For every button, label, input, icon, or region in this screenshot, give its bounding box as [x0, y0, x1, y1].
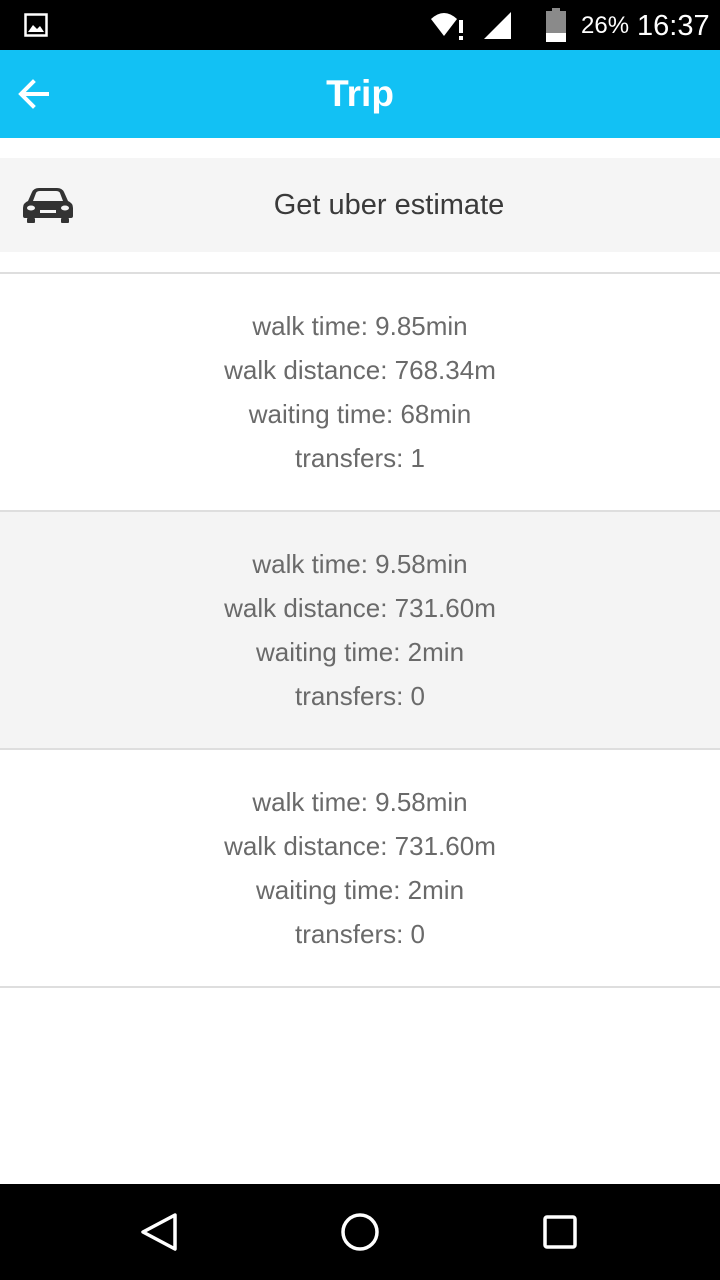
battery-icon: [546, 8, 566, 42]
uber-estimate-label: Get uber estimate: [273, 189, 505, 221]
walk-time: walk time: 9.58min: [252, 787, 468, 817]
wifi-icon: [431, 13, 463, 40]
status-bar: 26% 16:37: [0, 0, 720, 50]
circle-home-icon[interactable]: [336, 1208, 384, 1256]
walk-distance: walk distance: 731.60m: [224, 831, 496, 861]
trip-option-1[interactable]: walk time: 9.85min walk distance: 768.34…: [0, 274, 720, 512]
transfers: transfers: 0: [294, 919, 426, 949]
walk-time: walk time: 9.58min: [252, 549, 468, 579]
walk-time: walk time: 9.85min: [252, 311, 468, 341]
transfers: transfers: 1: [294, 443, 426, 473]
page-title: Trip: [326, 73, 394, 114]
uber-estimate-button[interactable]: Get uber estimate: [0, 158, 720, 252]
trip-option-3[interactable]: walk time: 9.58min walk distance: 731.60…: [0, 750, 720, 988]
battery-percent: 26%: [581, 12, 630, 39]
transfers: transfers: 0: [294, 681, 426, 711]
clock: 16:37: [637, 10, 710, 42]
triangle-back-icon[interactable]: [136, 1208, 184, 1256]
system-nav-bar: [0, 1184, 720, 1280]
walk-distance: walk distance: 768.34m: [224, 355, 496, 385]
waiting-time: waiting time: 2min: [255, 875, 465, 905]
trip-option-2[interactable]: walk time: 9.58min walk distance: 731.60…: [0, 512, 720, 750]
walk-distance: walk distance: 731.60m: [224, 593, 496, 623]
trip-list: walk time: 9.85min walk distance: 768.34…: [0, 274, 720, 988]
signal-icon: [484, 12, 511, 39]
square-recents-icon[interactable]: [536, 1208, 584, 1256]
waiting-time: waiting time: 2min: [255, 637, 465, 667]
app-bar: Trip: [0, 50, 720, 138]
image-notification-icon: [24, 13, 48, 37]
waiting-time: waiting time: 68min: [248, 399, 472, 429]
